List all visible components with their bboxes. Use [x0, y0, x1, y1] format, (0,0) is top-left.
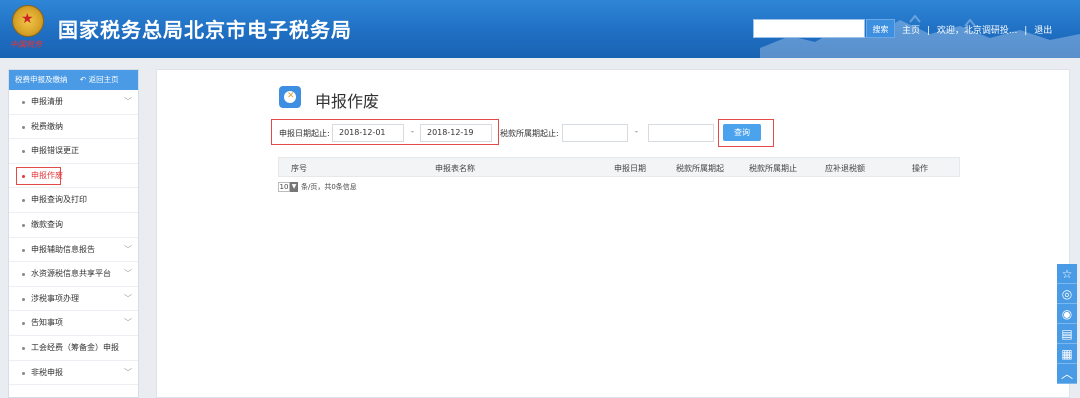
col-tax-amount: 应补退税额 [825, 164, 865, 173]
col-period-end: 税款所属期止 [749, 164, 797, 173]
chevron-down-icon: ﹀ [124, 293, 132, 303]
top-links: 主页 | 欢迎，北京调研投... | 退出 [900, 23, 1054, 36]
bullet-icon [22, 322, 25, 326]
void-document-icon [279, 86, 301, 108]
sidebar-item-non-tax[interactable]: 非税申报 ﹀ [9, 361, 138, 386]
sidebar-header: 税费申报及缴纳 ↶ 返回主页 [9, 70, 138, 90]
table-header: 序号 申报表名称 申报日期 税款所属期起 税款所属期止 应补退税额 操作 [278, 157, 960, 177]
page-size-select[interactable]: 10 [278, 182, 290, 192]
sidebar-item-query-print[interactable]: 申报查询及打印 [9, 188, 138, 213]
document-icon[interactable]: ▦ [1057, 344, 1077, 364]
sidebar-item-water-resource[interactable]: 水资源税信息共享平台 ﹀ [9, 262, 138, 287]
weibo-icon[interactable]: ◉ [1057, 304, 1077, 324]
sidebar-item-error-correction[interactable]: 申报错误更正 [9, 139, 138, 164]
sidebar-item-union-fee[interactable]: 工会经费（筹备金）申报 [9, 336, 138, 361]
sidebar-item-declare-list[interactable]: 申报清册 ﹀ [9, 90, 138, 115]
chevron-down-icon: ﹀ [124, 97, 132, 106]
bullet-icon [22, 297, 25, 301]
bullet-icon [22, 346, 25, 350]
coin-icon[interactable]: ◎ [1057, 284, 1077, 304]
site-header: 中国税务 国家税务总局北京市电子税务局 搜索 主页 | 欢迎，北京调研投... … [0, 0, 1080, 58]
sidebar-item-payment-query[interactable]: 缴款查询 [9, 213, 138, 238]
highlight-box-active-item [16, 167, 61, 185]
sidebar-item-tax-matters[interactable]: 涉税事项办理 ﹀ [9, 287, 138, 312]
declare-date-from-input[interactable]: 2018-12-01 [332, 124, 404, 142]
period-separator: - [635, 127, 638, 136]
message-icon[interactable]: ▤ [1057, 324, 1077, 344]
tax-period-label: 税款所属期起止: [500, 129, 559, 138]
chevron-down-icon: ﹀ [124, 244, 132, 254]
date-separator: - [411, 127, 414, 136]
sidebar: 税费申报及缴纳 ↶ 返回主页 申报清册 ﹀ 税费缴纳 申报错误更正 申报作废 申报… [8, 69, 139, 398]
chevron-down-icon: ﹀ [124, 318, 132, 328]
welcome-user-link[interactable]: 欢迎，北京调研投... [937, 26, 1018, 36]
sidebar-item-notices[interactable]: 告知事项 ﹀ [9, 311, 138, 336]
chevron-down-icon: ﹀ [124, 367, 132, 377]
col-actions: 操作 [912, 164, 928, 173]
tax-period-from-input[interactable] [562, 124, 628, 142]
pager: 10 ▼ 条/页，共0条信息 [278, 182, 357, 192]
bullet-icon [22, 150, 25, 154]
up-arrow-icon[interactable]: ︿ [1057, 364, 1077, 384]
floating-toolbar: ☆ ◎ ◉ ▤ ▦ ︿ [1057, 264, 1077, 398]
bullet-icon [22, 101, 25, 104]
page-title: 申报作废 [315, 92, 380, 111]
bullet-icon [22, 273, 25, 277]
declare-date-to-input[interactable]: 2018-12-19 [420, 124, 492, 142]
col-index: 序号 [291, 164, 307, 173]
site-title: 国家税务总局北京市电子税务局 [58, 18, 352, 42]
star-icon[interactable]: ☆ [1057, 264, 1077, 284]
bullet-icon [22, 371, 25, 375]
bullet-icon [22, 125, 25, 129]
link-separator: | [1024, 26, 1028, 36]
sidebar-item-aux-report[interactable]: 申报辅助信息报告 ﹀ [9, 238, 138, 263]
pager-info: 条/页，共0条信息 [301, 183, 357, 191]
home-link[interactable]: 主页 [902, 26, 920, 36]
tax-period-to-input[interactable] [648, 124, 714, 142]
search-input[interactable] [753, 19, 865, 38]
bullet-icon [22, 223, 25, 227]
search-button[interactable]: 搜索 [866, 19, 895, 38]
dropdown-arrow-icon[interactable]: ▼ [290, 182, 298, 192]
col-form-name: 申报表名称 [435, 164, 475, 173]
sidebar-title: 税费申报及缴纳 [15, 75, 68, 84]
col-period-start: 税款所属期起 [676, 164, 724, 173]
tax-emblem-logo: 中国税务 [8, 5, 48, 53]
main-panel: 申报作废 申报日期起止: 2018-12-01 - 2018-12-19 税款所… [156, 69, 1070, 398]
bullet-icon [22, 248, 25, 252]
declare-date-label: 申报日期起止: [279, 129, 330, 138]
col-declare-date: 申报日期 [614, 164, 646, 173]
back-home-link[interactable]: ↶ 返回主页 [80, 75, 119, 84]
link-separator: | [926, 26, 930, 36]
bullet-icon [22, 199, 25, 203]
chevron-down-icon: ﹀ [124, 269, 132, 279]
logout-link[interactable]: 退出 [1034, 26, 1052, 36]
query-button[interactable]: 查询 [723, 124, 761, 141]
back-arrow-icon: ↶ [79, 75, 87, 84]
sidebar-item-tax-payment[interactable]: 税费缴纳 [9, 115, 138, 140]
